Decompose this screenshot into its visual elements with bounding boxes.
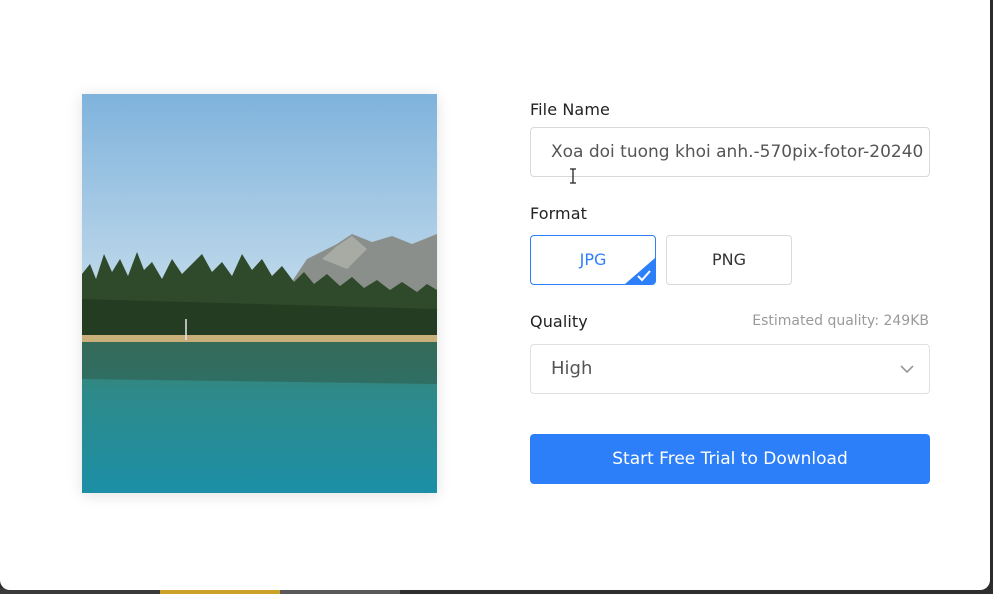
lake-forest-photo [82, 94, 437, 493]
quality-label: Quality [530, 312, 588, 331]
chevron-down-icon [900, 365, 914, 374]
start-free-trial-download-button[interactable]: Start Free Trial to Download [530, 434, 930, 484]
text-cursor-icon [570, 168, 576, 184]
check-icon [625, 258, 655, 284]
format-jpg-label: JPG [579, 250, 607, 269]
quality-select[interactable]: High [530, 344, 930, 394]
format-label: Format [530, 204, 587, 223]
estimated-quality-text: Estimated quality: 249KB [752, 313, 929, 329]
image-preview [82, 94, 437, 493]
format-png-label: PNG [711, 250, 746, 269]
file-name-label: File Name [530, 100, 610, 119]
format-jpg-button[interactable]: JPG [530, 235, 656, 285]
download-dialog: File Name Xoa doi tuong khoi anh.-570pix… [0, 0, 990, 590]
format-png-button[interactable]: PNG [666, 235, 792, 285]
file-name-input[interactable]: Xoa doi tuong khoi anh.-570pix-fotor-202… [530, 127, 930, 177]
quality-select-value: High [551, 358, 593, 379]
